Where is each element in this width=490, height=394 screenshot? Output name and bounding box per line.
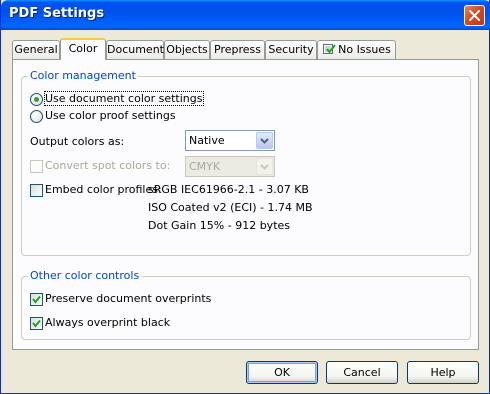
other-color-controls-heading: Other color controls (28, 269, 142, 282)
tab-no-issues-label: No Issues (338, 43, 391, 56)
use-color-proof-label[interactable]: Use color proof settings (45, 109, 176, 122)
convert-spot-colors-label: Convert spot colors to: (45, 159, 171, 172)
use-document-color-label[interactable]: Use document color settings (44, 91, 204, 106)
close-button[interactable] (464, 5, 485, 26)
chevron-down-icon[interactable] (256, 158, 273, 175)
color-tab-panel: Color management Use document color sett… (12, 59, 479, 350)
tab-color-label: Color (68, 42, 98, 55)
tab-objects-label: Objects (166, 43, 208, 56)
help-button[interactable]: Help (407, 361, 479, 384)
always-overprint-black-label[interactable]: Always overprint black (45, 316, 170, 329)
embed-color-profiles-label: Embed color profiles: (45, 183, 162, 196)
tab-no-issues[interactable]: No Issues (317, 40, 396, 59)
preserve-overprints-checkbox[interactable] (30, 293, 43, 306)
tab-security[interactable]: Security (265, 40, 317, 59)
tab-document-label: Document (107, 43, 164, 56)
checklist-icon (322, 43, 336, 60)
chevron-down-icon[interactable] (256, 132, 273, 149)
pdf-settings-dialog: PDF Settings General Color Document Obje… (0, 0, 490, 394)
tab-prepress-label: Prepress (214, 43, 261, 56)
tab-general[interactable]: General (12, 40, 60, 59)
spot-colors-value: CMYK (189, 160, 221, 173)
tab-color[interactable]: Color (60, 38, 106, 60)
color-management-heading: Color management (28, 69, 138, 82)
tab-prepress[interactable]: Prepress (210, 40, 265, 59)
profile-list-item: Dot Gain 15% - 912 bytes (148, 219, 291, 232)
ok-button[interactable]: OK (246, 361, 318, 384)
use-color-proof-radio[interactable] (30, 110, 43, 123)
spot-colors-select[interactable]: CMYK (185, 156, 275, 177)
profile-list-item: ISO Coated v2 (ECI) - 1.74 MB (148, 201, 313, 214)
tab-security-label: Security (268, 43, 314, 56)
title-bar[interactable]: PDF Settings (1, 0, 490, 30)
tab-general-label: General (14, 43, 58, 56)
use-document-color-radio[interactable] (30, 93, 43, 106)
cancel-button[interactable]: Cancel (326, 361, 398, 384)
convert-spot-colors-checkbox[interactable] (30, 160, 43, 173)
other-color-controls-group: Other color controls (21, 269, 471, 340)
always-overprint-black-checkbox[interactable] (30, 317, 43, 330)
output-colors-label: Output colors as: (30, 135, 125, 148)
tab-objects[interactable]: Objects (164, 40, 210, 59)
preserve-overprints-label[interactable]: Preserve document overprints (45, 292, 211, 305)
output-colors-value: Native (189, 134, 225, 147)
window-title: PDF Settings (9, 6, 105, 21)
embed-color-profiles-checkbox[interactable] (30, 184, 43, 197)
tab-document[interactable]: Document (106, 40, 164, 59)
profile-list-item: sRGB IEC61966-2.1 - 3.07 KB (148, 183, 309, 196)
output-colors-select[interactable]: Native (185, 130, 275, 151)
